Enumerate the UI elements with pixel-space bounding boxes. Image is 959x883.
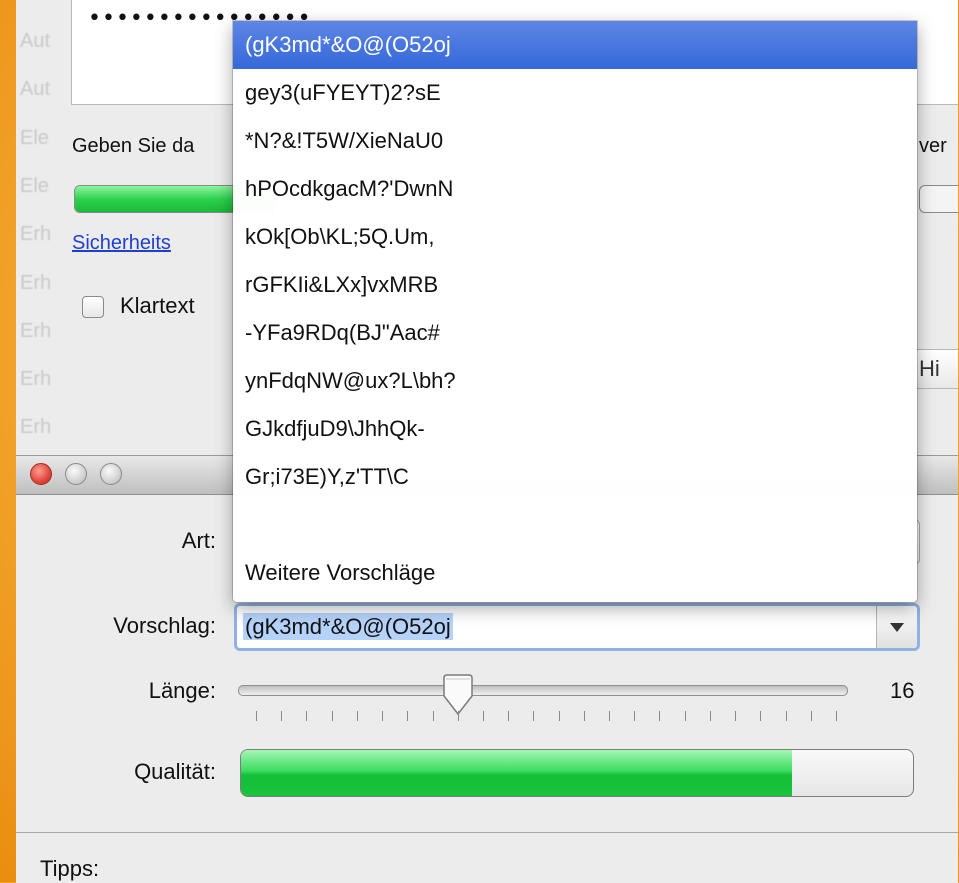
suggestion-value[interactable]: (gK3md*&O@(O52oj <box>243 613 453 640</box>
slider-tick <box>558 711 560 721</box>
slider-tick <box>432 711 434 721</box>
slider-tick <box>331 711 333 721</box>
slider-tick <box>457 711 459 721</box>
ghost-label: Erh <box>20 368 52 390</box>
suggestion-item[interactable]: gey3(uFYEYT)2?sE <box>233 69 917 117</box>
password-hint-text-end: ver <box>919 135 947 157</box>
slider-tick <box>533 711 535 721</box>
show-plaintext-label: Klartext <box>120 293 195 318</box>
slider-tick <box>609 711 611 721</box>
suggestion-item[interactable]: -YFa9RDq(BJ"Aac# <box>233 309 917 357</box>
show-plaintext-checkbox[interactable] <box>82 296 104 318</box>
suggestion-item[interactable]: kOk[Ob\KL;5Q.Um, <box>233 213 917 261</box>
password-field-edge <box>919 185 958 213</box>
slider-tick <box>382 711 384 721</box>
section-divider <box>16 832 958 833</box>
suggestion-item[interactable]: hPOcdkgacM?'DwnN <box>233 165 917 213</box>
minimize-window-icon[interactable] <box>65 463 87 485</box>
suggestion-dropdown-button[interactable] <box>876 606 917 648</box>
art-label: Art: <box>181 528 216 553</box>
slider-tick <box>508 711 510 721</box>
slider-tick <box>281 711 283 721</box>
slider-tick <box>810 711 812 721</box>
more-suggestions-item[interactable]: Weitere Vorschläge <box>233 549 917 597</box>
slider-tick <box>356 711 358 721</box>
quality-meter-fill <box>241 750 793 796</box>
chevron-down-icon <box>890 623 904 632</box>
slider-tick <box>709 711 711 721</box>
slider-tick <box>306 711 308 721</box>
ghost-label: Erh <box>20 416 52 438</box>
ghost-label: Erh <box>20 223 52 245</box>
slider-tick <box>407 711 409 721</box>
vorschlag-label: Vorschlag: <box>113 613 216 638</box>
suggestion-combobox[interactable]: (gK3md*&O@(O52oj <box>234 603 920 651</box>
quality-meter <box>240 749 914 797</box>
suggestion-item[interactable]: GJkdfjuD9\JhhQk- <box>233 405 917 453</box>
ghost-label: Erh <box>20 272 52 294</box>
slider-tick <box>684 711 686 721</box>
suggestion-item[interactable]: (gK3md*&O@(O52oj <box>233 21 917 69</box>
slider-tick <box>482 711 484 721</box>
slider-tick <box>735 711 737 721</box>
close-window-icon[interactable] <box>30 463 52 485</box>
zoom-window-icon[interactable] <box>100 463 122 485</box>
length-slider-track[interactable] <box>238 685 848 696</box>
length-slider-thumb[interactable] <box>441 674 475 716</box>
tips-label: Tipps: <box>40 856 100 881</box>
suggestion-item[interactable]: rGFKIi&LXx]vxMRB <box>233 261 917 309</box>
suggestion-item[interactable]: Gr;i73E)Y,z'TT\C <box>233 453 917 501</box>
slider-tick <box>659 711 661 721</box>
slider-tick <box>836 711 837 721</box>
suggestion-item[interactable]: *N?&!T5W/XieNaU0 <box>233 117 917 165</box>
ghost-label: Ele <box>20 127 49 149</box>
ghost-label: Erh <box>20 320 52 342</box>
slider-tick <box>634 711 636 721</box>
password-hint-text: Geben Sie da <box>72 135 195 157</box>
hint-button[interactable]: Hi <box>912 349 958 389</box>
security-info-link[interactable]: Sicherheits <box>72 232 171 255</box>
slider-tick <box>583 711 585 721</box>
length-slider-ticks <box>256 711 837 723</box>
suggestion-item[interactable]: ynFdqNW@ux?L\bh? <box>233 357 917 405</box>
slider-tick <box>256 711 257 721</box>
ghost-label: Aut <box>20 78 51 100</box>
slider-tick <box>785 711 787 721</box>
quality-label: Qualität: <box>134 759 216 784</box>
ghost-label: Ele <box>20 175 49 197</box>
ghost-label: Aut <box>20 30 51 52</box>
length-label: Länge: <box>148 678 216 703</box>
length-value: 16 <box>890 678 915 703</box>
slider-tick <box>760 711 762 721</box>
suggestions-menu: (gK3md*&O@(O52oj gey3(uFYEYT)2?sE *N?&!T… <box>233 21 917 602</box>
